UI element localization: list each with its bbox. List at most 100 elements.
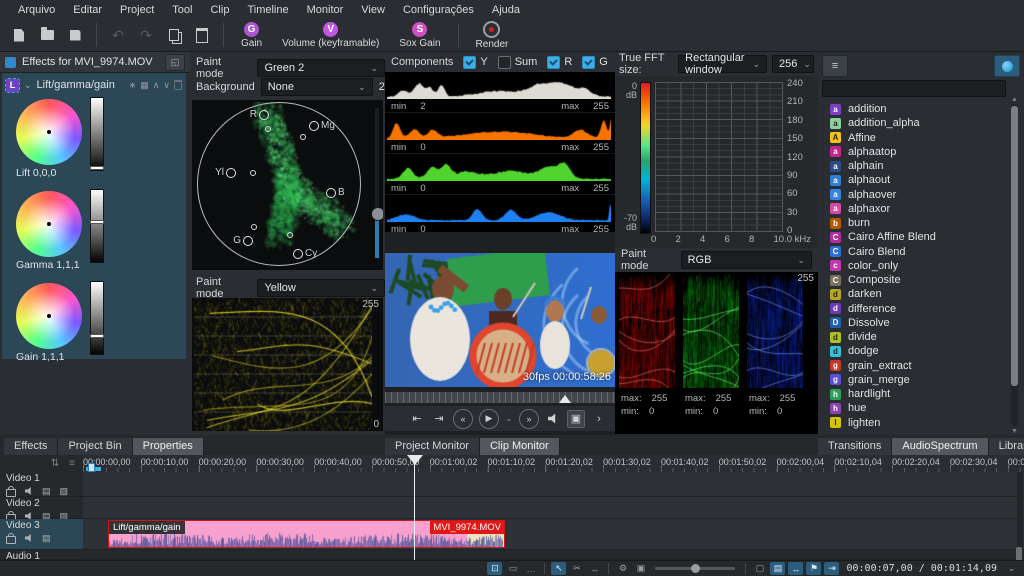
statusbar-button[interactable]: ⊡ xyxy=(487,562,502,575)
list-scrollbar[interactable] xyxy=(1011,104,1018,426)
color-wheel[interactable] xyxy=(16,283,82,349)
video-track-icon[interactable]: ▤ xyxy=(42,486,51,496)
statusbar-toggle-button[interactable]: ▤ xyxy=(770,562,785,575)
delete-effect-icon[interactable] xyxy=(174,80,182,90)
composition-item[interactable]: d difference xyxy=(820,302,1008,316)
timecode-chevron-icon[interactable]: ⌄ xyxy=(1004,562,1019,575)
track-body-video2[interactable] xyxy=(83,497,1024,519)
wheel-level-slider[interactable] xyxy=(90,189,104,263)
composition-item[interactable]: C Composite xyxy=(820,273,1008,287)
track-header-video3[interactable]: Video 3 ▤ xyxy=(0,519,83,550)
menu-item[interactable]: Arquivo xyxy=(10,2,63,18)
composition-item[interactable]: C Cairo Blend xyxy=(820,245,1008,259)
color-wheel[interactable] xyxy=(16,99,82,165)
dock-tab[interactable]: Effects xyxy=(4,438,58,455)
audio-effect-button[interactable]: V Volume (keyframable) xyxy=(275,22,386,49)
copy-button[interactable] xyxy=(163,24,185,46)
vectorscope-paint-mode-select[interactable]: Green 2⌄ xyxy=(257,59,385,77)
monitor-playhead-icon[interactable] xyxy=(559,395,571,403)
scroll-down-icon[interactable]: ▼ xyxy=(1011,428,1018,435)
presets-icon[interactable]: ▦ xyxy=(140,80,149,91)
menu-item[interactable]: Clip xyxy=(202,2,237,18)
lock-track-icon[interactable] xyxy=(6,536,16,544)
menu-item[interactable]: Project xyxy=(112,2,162,18)
scroll-up-icon[interactable]: ▲ xyxy=(1011,96,1018,103)
menu-item[interactable]: Configurações xyxy=(395,2,482,18)
timeline-clip[interactable]: Lift/gamma/gain MVI_9974.MOV xyxy=(108,520,505,548)
track-header-video2[interactable]: Video 2 ▤ ▨ xyxy=(0,497,83,519)
track-header-audio1[interactable]: Audio 1 xyxy=(0,550,83,560)
dock-tab[interactable]: Transitions xyxy=(818,438,892,455)
color-wheel[interactable] xyxy=(16,191,82,257)
transport-button[interactable]: » xyxy=(519,409,539,429)
statusbar-toggle-button[interactable]: ↔ xyxy=(788,562,803,575)
composition-item[interactable]: a alphain xyxy=(820,159,1008,173)
transport-button[interactable]: ▶ xyxy=(479,409,499,429)
statusbar-toggle-button[interactable]: ⇥ xyxy=(824,562,839,575)
playhead-line[interactable] xyxy=(414,455,415,560)
composition-item[interactable]: a alphaatop xyxy=(820,145,1008,159)
monitor-tab[interactable]: Project Monitor xyxy=(385,438,480,455)
wheel-level-slider[interactable] xyxy=(90,281,104,355)
track-header-video1[interactable]: Video 1 ▤ ▨ xyxy=(0,472,83,497)
menu-item[interactable]: Tool xyxy=(164,2,200,18)
waveform-paint-mode-select[interactable]: Yellow⌄ xyxy=(257,279,385,297)
composition-item[interactable]: d dodge xyxy=(820,344,1008,358)
composition-item[interactable]: A Affine xyxy=(820,131,1008,145)
timeline-ruler[interactable]: 00:00:00,0000:00:10,0000:00:20,0000:00:3… xyxy=(83,455,1024,473)
effect-header[interactable]: L ⌄ Lift/gamma/gain ∗ ▦ ∧ ∨ xyxy=(2,73,186,97)
transport-button[interactable]: « xyxy=(453,409,473,429)
effect-search-input[interactable] xyxy=(822,80,1006,97)
composition-item[interactable]: a alphaxor xyxy=(820,202,1008,216)
statusbar-tool-button[interactable]: ↖ xyxy=(551,562,566,575)
composition-item[interactable]: h hardlight xyxy=(820,387,1008,401)
component-checkbox[interactable]: G xyxy=(582,56,608,69)
transport-button[interactable]: ⇤ xyxy=(409,411,425,427)
parade-paint-mode-select[interactable]: RGB⌄ xyxy=(681,251,812,269)
composition-item[interactable]: b burn xyxy=(820,216,1008,230)
component-checkbox[interactable]: R xyxy=(547,56,572,69)
move-effect-down-icon[interactable]: ∨ xyxy=(163,80,170,91)
statusbar-toggle-button[interactable]: ⚑ xyxy=(806,562,821,575)
dock-tab[interactable]: AudioSpectrum xyxy=(892,438,988,455)
statusbar-tool-button[interactable]: ✂ xyxy=(569,562,584,575)
composition-item[interactable]: a alphaout xyxy=(820,173,1008,187)
dock-tab[interactable]: Library xyxy=(989,438,1024,455)
collapse-effect-icon[interactable]: ⌄ xyxy=(24,80,32,91)
fft-size-select[interactable]: 256⌄ xyxy=(772,55,814,73)
timeline-scrollbar[interactable] xyxy=(1017,472,1023,560)
transport-button[interactable]: ⌄ xyxy=(505,411,513,427)
composition-item[interactable]: d divide xyxy=(820,330,1008,344)
open-button[interactable] xyxy=(36,24,58,46)
transport-button[interactable]: › xyxy=(591,411,607,427)
paste-button[interactable] xyxy=(191,24,213,46)
mute-track-icon[interactable] xyxy=(25,487,33,495)
undo-button[interactable]: ↶ xyxy=(107,24,129,46)
composition-item[interactable]: d darken xyxy=(820,287,1008,301)
list-menu-button[interactable]: ≡ xyxy=(822,55,848,77)
monitor-seek-ruler[interactable] xyxy=(385,392,615,403)
hide-track-icon[interactable]: ▨ xyxy=(60,486,69,496)
component-checkbox[interactable]: Y xyxy=(463,56,487,69)
fft-window-select[interactable]: Rectangular window⌄ xyxy=(678,55,767,73)
composition-item[interactable]: a addition xyxy=(820,102,1008,116)
composition-item[interactable]: a addition_alpha xyxy=(820,116,1008,130)
move-effect-up-icon[interactable]: ∧ xyxy=(153,80,160,91)
composition-item[interactable]: D Dissolve xyxy=(820,316,1008,330)
menu-item[interactable]: View xyxy=(353,2,393,18)
composition-item[interactable]: C Cairo Affine Blend xyxy=(820,230,1008,244)
vectorscope-gain-slider[interactable] xyxy=(375,108,379,258)
lock-track-icon[interactable] xyxy=(6,489,16,497)
dock-tab[interactable]: Properties xyxy=(133,438,204,455)
menu-item[interactable]: Ajuda xyxy=(484,2,528,18)
composition-item[interactable]: l lighten xyxy=(820,416,1008,430)
track-body-video3[interactable]: Lift/gamma/gain MVI_9974.MOV xyxy=(83,519,1024,550)
menu-item[interactable]: Timeline xyxy=(239,2,296,18)
menu-item[interactable]: Editar xyxy=(65,2,110,18)
transport-button[interactable]: ▣ xyxy=(567,410,585,428)
composition-item[interactable]: a alphaover xyxy=(820,188,1008,202)
float-panel-button[interactable]: ◱ xyxy=(165,54,185,71)
menu-item[interactable]: Monitor xyxy=(299,2,352,18)
scrollbar-thumb[interactable] xyxy=(1011,106,1018,386)
component-checkbox[interactable]: Sum xyxy=(498,56,538,69)
